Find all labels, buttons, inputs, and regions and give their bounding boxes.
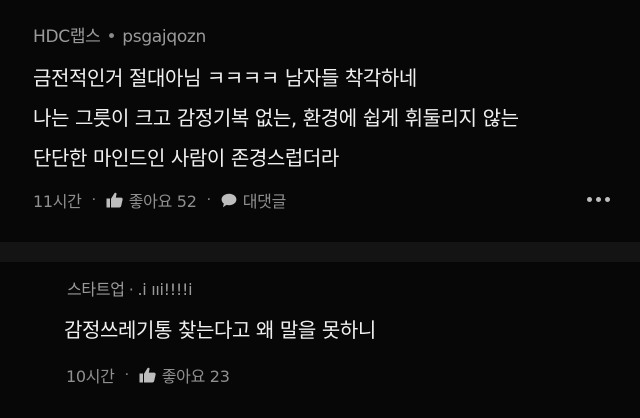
action-separator: · (91, 192, 96, 208)
reply-timestamp: 10시간 (66, 367, 115, 386)
timestamp: 11시간 (33, 192, 82, 211)
like-button[interactable]: 좋아요 52 (106, 188, 197, 212)
action-separator: · (206, 192, 211, 208)
more-options-button[interactable] (587, 197, 610, 202)
reply-channel-name[interactable]: 스타트업 (67, 280, 125, 299)
action-separator: · (124, 367, 129, 383)
reply-actions: 10시간 · 좋아요 23 (66, 363, 230, 387)
thumbs-up-icon (139, 367, 156, 383)
reply-comment: 스타트업 · .i ııi!!!!i 감정쓰레기통 찾는다고 왜 말을 못하니 10… (0, 262, 640, 418)
comment-header: HDC랩스 • psgajqozn (33, 22, 206, 47)
comment-actions: 11시간 · 좋아요 52 · 대댓글 (33, 188, 286, 212)
reply-label: 대댓글 (242, 192, 287, 211)
comment-text-line-1: 금전적인거 절대아님 ㅋㅋㅋㅋ 남자들 착각하네 (33, 66, 417, 90)
reply-text-line-1: 감정쓰레기통 찾는다고 왜 말을 못하니 (64, 318, 376, 342)
reply-like-count: 좋아요 23 (161, 367, 230, 386)
reply-button[interactable]: 대댓글 (221, 188, 286, 212)
author-name[interactable]: psgajqozn (122, 27, 206, 47)
reply-author-name[interactable]: .i ııi!!!!i (137, 280, 192, 299)
meta-separator: · (128, 280, 134, 299)
more-dots-icon (605, 197, 610, 202)
comment-text-line-3: 단단한 마인드인 사람이 존경스럽더라 (33, 146, 339, 170)
speech-bubble-icon (221, 193, 237, 208)
reply-header: 스타트업 · .i ııi!!!!i (67, 276, 193, 300)
more-dots-icon (596, 197, 601, 202)
channel-name[interactable]: HDC랩스 (33, 27, 101, 47)
thumbs-up-icon (106, 192, 123, 208)
meta-separator: • (106, 27, 117, 47)
main-comment: HDC랩스 • psgajqozn 금전적인거 절대아님 ㅋㅋㅋㅋ 남자들 착각하네… (0, 0, 640, 242)
more-dots-icon (587, 197, 592, 202)
like-count: 좋아요 52 (128, 192, 197, 211)
comment-text-line-2: 나는 그릇이 크고 감정기복 없는, 환경에 쉽게 휘둘리지 않는 (33, 106, 519, 130)
reply-like-button[interactable]: 좋아요 23 (139, 363, 230, 387)
